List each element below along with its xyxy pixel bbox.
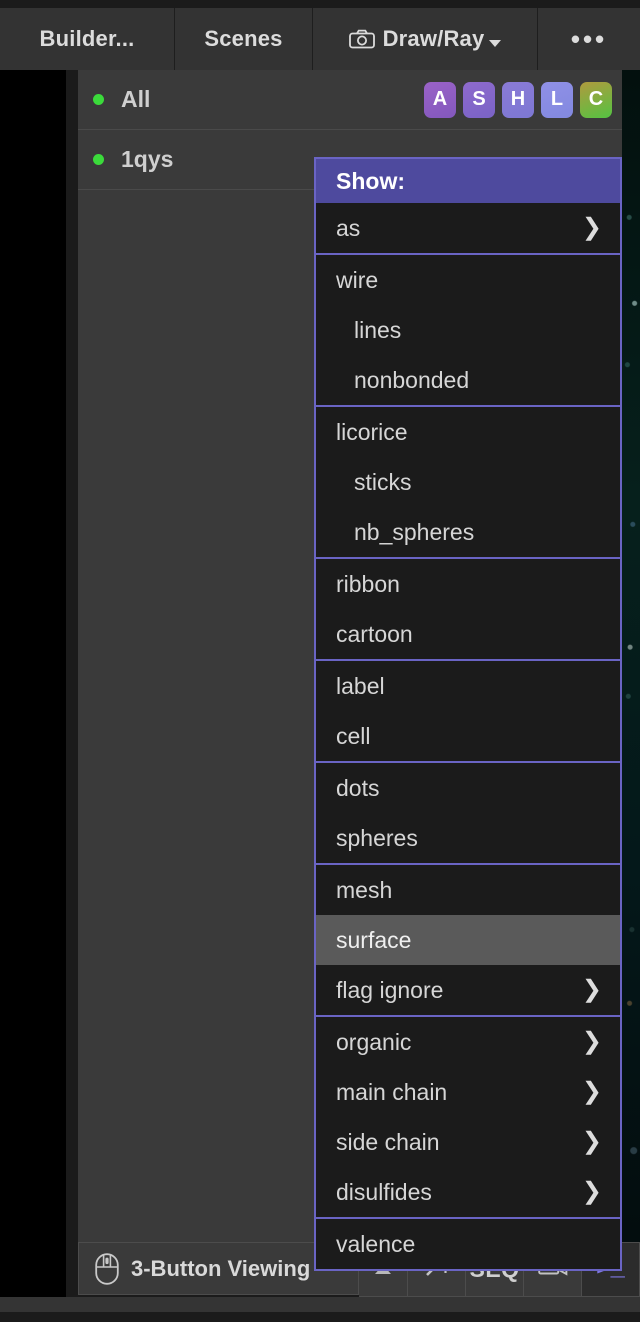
menu-item-cell[interactable]: cell bbox=[316, 711, 620, 761]
menu-item-label: disulfides bbox=[336, 1178, 432, 1205]
submenu-chevron-right-icon: ❯ bbox=[581, 1128, 602, 1155]
menu-item-wire[interactable]: wire bbox=[316, 255, 620, 305]
menu-item-label: organic bbox=[336, 1028, 412, 1055]
menu-item-label: side chain bbox=[336, 1128, 440, 1155]
enabled-indicator-icon[interactable] bbox=[93, 94, 104, 105]
menu-item-cartoon[interactable]: cartoon bbox=[316, 609, 620, 659]
submenu-chevron-right-icon: ❯ bbox=[581, 1178, 602, 1205]
tab-draw-ray-label: Draw/Ray bbox=[382, 26, 485, 51]
object-row-all[interactable]: All A S H L C bbox=[78, 70, 622, 130]
menu-group: as ❯ bbox=[316, 203, 620, 255]
menu-item-label[interactable]: label bbox=[316, 661, 620, 711]
menu-item-licorice[interactable]: licorice bbox=[316, 407, 620, 457]
menu-group-list: as ❯ wire lines nonbonded licorice sticks nb_sp… bbox=[316, 203, 620, 1269]
menu-item-label: licorice bbox=[336, 418, 408, 445]
menu-item-as[interactable]: as ❯ bbox=[316, 203, 620, 253]
menu-group: label cell bbox=[316, 661, 620, 763]
menu-item-label: label bbox=[336, 672, 385, 699]
action-button-C-label: C bbox=[588, 88, 604, 110]
menu-item-main-chain[interactable]: main chain ❯ bbox=[316, 1067, 620, 1117]
menu-item-label: mesh bbox=[336, 876, 393, 903]
mouse-mode-label: 3-Button Viewing bbox=[131, 1255, 311, 1281]
chevron-down-icon bbox=[489, 39, 502, 47]
menu-group: organic ❯ main chain ❯ side chain ❯ disulfides… bbox=[316, 1017, 620, 1219]
object-name-1qys: 1qys bbox=[121, 146, 174, 172]
menu-item-label: dots bbox=[336, 774, 380, 801]
menu-item-dots[interactable]: dots bbox=[316, 763, 620, 813]
action-button-A-label: A bbox=[432, 88, 448, 110]
action-button-A[interactable]: A bbox=[424, 81, 456, 118]
menu-item-flag-ignore[interactable]: flag ignore ❯ bbox=[316, 965, 620, 1015]
action-button-L-label: L bbox=[550, 88, 564, 110]
menu-item-valence[interactable]: valence bbox=[316, 1219, 620, 1269]
top-toolbar: Builder... Scenes Draw/Ray ••• bbox=[0, 0, 640, 70]
mouse-icon bbox=[95, 1252, 119, 1285]
action-button-H[interactable]: H bbox=[502, 81, 534, 118]
camera-icon bbox=[348, 29, 375, 49]
tab-scenes-label: Scenes bbox=[204, 26, 283, 51]
menu-item-organic[interactable]: organic ❯ bbox=[316, 1017, 620, 1067]
menu-item-lines[interactable]: lines bbox=[316, 305, 620, 355]
menu-item-label: flag ignore bbox=[336, 976, 444, 1003]
action-button-C[interactable]: C bbox=[580, 81, 612, 118]
menu-item-label: as bbox=[336, 214, 361, 241]
tab-more-menu[interactable]: ••• bbox=[538, 8, 640, 70]
menu-item-label: ribbon bbox=[336, 570, 400, 597]
show-context-menu: Show: as ❯ wire lines nonbonded licorice stick… bbox=[314, 157, 622, 1271]
menu-item-label: sticks bbox=[354, 468, 412, 495]
menu-item-label: wire bbox=[336, 266, 379, 293]
submenu-chevron-right-icon: ❯ bbox=[581, 214, 602, 241]
submenu-chevron-right-icon: ❯ bbox=[581, 976, 602, 1003]
menu-group: mesh surface flag ignore ❯ bbox=[316, 865, 620, 1017]
viewport-left-sliver[interactable] bbox=[0, 70, 66, 1298]
tab-draw-ray[interactable]: Draw/Ray bbox=[313, 8, 538, 70]
menu-item-label: main chain bbox=[336, 1078, 448, 1105]
action-button-S-label: S bbox=[472, 88, 486, 110]
window-bottom-strip bbox=[0, 1312, 640, 1322]
menu-item-spheres[interactable]: spheres bbox=[316, 813, 620, 863]
menu-title: Show: bbox=[316, 159, 620, 203]
menu-item-label: nb_spheres bbox=[354, 518, 475, 545]
submenu-chevron-right-icon: ❯ bbox=[581, 1078, 602, 1105]
menu-item-sticks[interactable]: sticks bbox=[316, 457, 620, 507]
menu-group: wire lines nonbonded bbox=[316, 255, 620, 407]
menu-item-label: cell bbox=[336, 722, 371, 749]
tab-scenes[interactable]: Scenes bbox=[175, 8, 313, 70]
viewport-right-sliver[interactable] bbox=[622, 70, 640, 1298]
menu-item-nonbonded[interactable]: nonbonded bbox=[316, 355, 620, 405]
menu-item-label: spheres bbox=[336, 824, 418, 851]
menu-item-mesh[interactable]: mesh bbox=[316, 865, 620, 915]
menu-group: valence bbox=[316, 1219, 620, 1269]
submenu-chevron-right-icon: ❯ bbox=[581, 1028, 602, 1055]
menu-item-label: surface bbox=[336, 926, 412, 953]
menu-group: ribbon cartoon bbox=[316, 559, 620, 661]
menu-item-label: valence bbox=[336, 1230, 416, 1257]
pymol-window: Builder... Scenes Draw/Ray ••• All A S H… bbox=[0, 0, 640, 1322]
enabled-indicator-icon[interactable] bbox=[93, 154, 104, 165]
menu-item-label: cartoon bbox=[336, 620, 413, 647]
menu-item-label: lines bbox=[354, 316, 402, 343]
action-button-L[interactable]: L bbox=[541, 81, 573, 118]
menu-item-nb-spheres[interactable]: nb_spheres bbox=[316, 507, 620, 557]
tab-builder[interactable]: Builder... bbox=[0, 8, 175, 70]
menu-item-side-chain[interactable]: side chain ❯ bbox=[316, 1117, 620, 1167]
more-icon: ••• bbox=[570, 24, 608, 54]
object-name-all: All bbox=[121, 86, 151, 112]
menu-group: licorice sticks nb_spheres bbox=[316, 407, 620, 559]
menu-item-surface[interactable]: surface bbox=[316, 915, 620, 965]
menu-group: dots spheres bbox=[316, 763, 620, 865]
menu-item-label: nonbonded bbox=[354, 366, 470, 393]
tab-builder-label: Builder... bbox=[39, 26, 135, 51]
action-button-S[interactable]: S bbox=[463, 81, 495, 118]
menu-item-ribbon[interactable]: ribbon bbox=[316, 559, 620, 609]
menu-item-disulfides[interactable]: disulfides ❯ bbox=[316, 1167, 620, 1217]
action-button-H-label: H bbox=[510, 88, 526, 110]
object-action-buttons-all: A S H L C bbox=[424, 81, 612, 118]
